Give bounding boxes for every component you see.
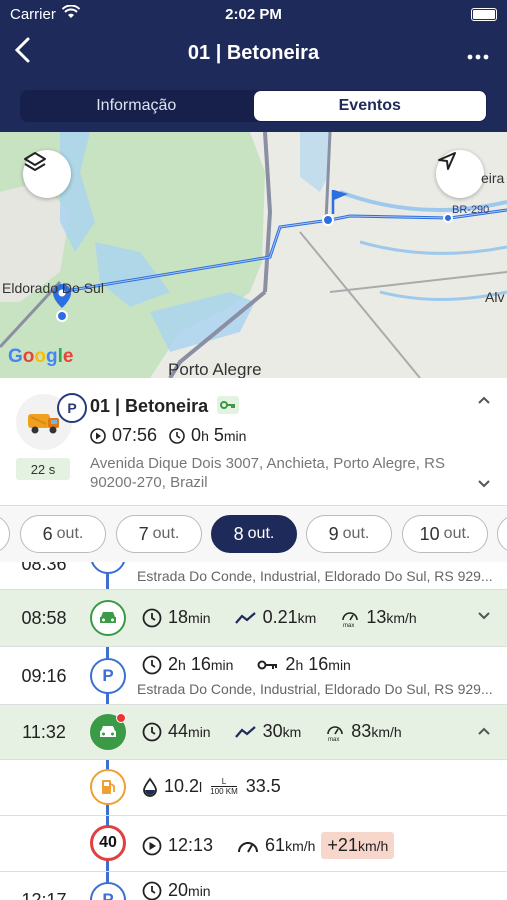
parking-icon: P — [90, 562, 126, 574]
play-circle-icon — [142, 836, 162, 855]
more-icon — [467, 54, 489, 60]
last-update-badge: 22 s — [16, 458, 70, 480]
clock-icon — [142, 722, 162, 741]
vehicle-card: P 22 s 01 | Betoneira 07:56 0h 5min Aven… — [0, 378, 507, 506]
event-time: 08:58 — [21, 608, 67, 628]
clock-icon — [142, 608, 162, 627]
speedometer-icon — [238, 841, 259, 852]
date-pill-7[interactable]: 7 out. — [116, 515, 202, 553]
overspeed-badge: +21km/h — [321, 832, 395, 859]
locate-button[interactable] — [436, 150, 484, 198]
date-pill-next[interactable] — [497, 515, 507, 553]
navigation-arrow-icon — [438, 152, 456, 170]
parking-stats: 20min — [142, 880, 211, 900]
expand-chevron-icon[interactable] — [477, 608, 491, 626]
expand-chevron-icon[interactable] — [477, 476, 491, 494]
route-icon — [234, 725, 256, 738]
map-label-city: Porto Alegre — [168, 360, 262, 378]
ignition-key-icon — [217, 396, 239, 414]
duration: 0h 5min — [191, 425, 247, 445]
event-row-trip[interactable]: 08:58 18min 0.21km max 13km/h — [0, 590, 507, 647]
date-selector: 6 out. 7 out. 8 out. 9 out. 10 out. — [0, 506, 507, 562]
vehicle-name: 01 | Betoneira — [90, 396, 209, 416]
event-row-parking[interactable]: 09:16 P 2h 16min 2h 16min Estrada Do Con… — [0, 647, 507, 705]
nav-bar: 01 | Betoneira Informação Eventos — [0, 30, 507, 132]
event-address: Estrada Do Conde, Industrial, Eldorado D… — [137, 568, 493, 584]
alert-dot — [116, 713, 126, 723]
date-pill-9[interactable]: 9 out. — [306, 515, 392, 553]
route-icon — [234, 611, 256, 624]
speed-limit-sign: 40 — [90, 825, 126, 861]
collapse-chevron-icon[interactable] — [477, 392, 491, 410]
date-pill-prev[interactable] — [0, 515, 10, 553]
map-label-alv: Alv — [485, 289, 505, 305]
fuel-stats: 10.2l L 100 KM 33.5 — [142, 776, 281, 797]
map-layers-button[interactable] — [23, 150, 71, 198]
vehicle-meta: 07:56 0h 5min — [90, 425, 246, 446]
tab-eventos[interactable]: Eventos — [253, 91, 486, 121]
map-label-eldorado: Eldorado Do Sul — [2, 280, 104, 296]
parking-stats: 2h 16min 2h 16min — [142, 654, 351, 675]
event-row-trip-expanded[interactable]: 11:32 44min 30km max 83km/h — [0, 705, 507, 760]
parking-icon: P — [90, 882, 126, 900]
map-view[interactable]: Eldorado Do Sul Alv eira BR-290 Porto Al… — [0, 132, 507, 378]
speedometer-max-icon: max — [327, 725, 344, 742]
trip-stats: 18min 0.21km max 13km/h — [142, 607, 417, 628]
more-menu-button[interactable] — [467, 40, 489, 66]
segmented-control: Informação Eventos — [20, 90, 487, 122]
car-icon — [90, 600, 126, 636]
parking-icon: P — [90, 658, 126, 694]
speedometer-max-icon: max — [342, 611, 359, 628]
event-row-parking[interactable]: 12:17 P 20min — [0, 872, 507, 900]
trip-stats: 44min 30km max 83km/h — [142, 721, 402, 742]
fuel-icon — [90, 769, 126, 805]
event-row-parking[interactable]: 08:36 P Estrada Do Conde, Industrial, El… — [0, 562, 507, 590]
event-address: Estrada Do Conde, Industrial, Eldorado D… — [137, 681, 493, 697]
map-canvas — [0, 132, 507, 378]
map-label-br290: BR-290 — [452, 204, 490, 216]
date-pill-10[interactable]: 10 out. — [402, 515, 488, 553]
parking-badge: P — [57, 393, 87, 423]
svg-text:max: max — [328, 737, 339, 742]
layers-icon — [24, 152, 46, 171]
status-bar: Carrier 2:02 PM — [0, 0, 507, 30]
tab-informacao[interactable]: Informação — [20, 90, 253, 122]
play-circle-icon — [90, 427, 106, 444]
event-row-fuel[interactable]: 10.2l L 100 KM 33.5 — [0, 760, 507, 816]
start-time: 07:56 — [112, 425, 158, 445]
clock-icon — [169, 427, 185, 444]
vehicle-address: Avenida Dique Dois 3007, Anchieta, Porto… — [90, 455, 445, 491]
drop-icon — [143, 776, 157, 797]
key-icon — [257, 660, 278, 669]
map-label-eira: eira — [481, 170, 505, 186]
event-time: 09:16 — [21, 666, 67, 686]
google-logo: Google — [8, 346, 74, 367]
clock-icon — [142, 881, 162, 900]
clock-icon — [142, 655, 162, 674]
speeding-stats: 12:13 61km/h +21km/h — [142, 832, 395, 859]
truck-icon — [28, 414, 59, 434]
event-time: 08:36 — [21, 562, 67, 574]
date-pill-6[interactable]: 6 out. — [20, 515, 106, 553]
per-100km-label: L 100 KM — [210, 777, 238, 796]
event-time: 11:32 — [22, 722, 66, 742]
clock: 2:02 PM — [225, 6, 282, 23]
collapse-chevron-icon[interactable] — [477, 723, 491, 741]
events-list: 08:36 P Estrada Do Conde, Industrial, El… — [0, 562, 507, 900]
event-row-speeding[interactable]: 40 12:13 61km/h +21km/h — [0, 816, 507, 872]
battery-icon — [471, 8, 497, 21]
date-pill-8[interactable]: 8 out. — [211, 515, 297, 553]
event-time: 12:17 — [21, 890, 67, 900]
svg-text:max: max — [343, 623, 354, 628]
page-title: 01 | Betoneira — [187, 42, 320, 64]
